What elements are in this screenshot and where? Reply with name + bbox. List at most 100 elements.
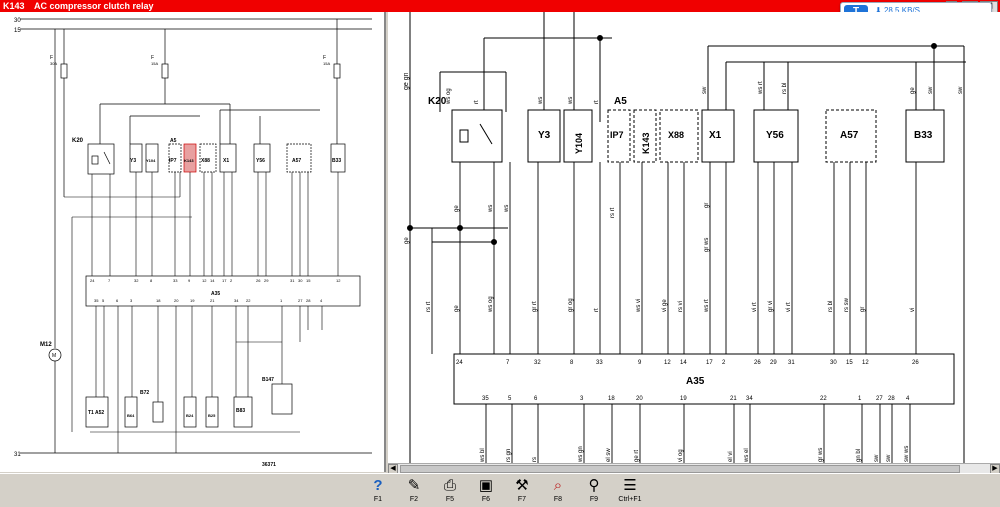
wire-label: sw [886, 454, 892, 462]
wire-label: gn bl [856, 449, 862, 462]
wire-label: ge [910, 87, 916, 94]
a35-top-pin: 24 [90, 278, 95, 283]
rail-31-label: 31 [14, 452, 21, 458]
a35-bottom-pin: 28 [306, 298, 311, 303]
wire-label: sw [958, 86, 964, 94]
a35-bottom-pin: 34 [234, 298, 239, 303]
wire-label: rs sw [844, 297, 850, 312]
edit-button[interactable]: ✎ F2 [398, 476, 430, 505]
wire-label: ws [504, 205, 510, 213]
wire-label: rt [594, 308, 600, 312]
wire-label: rs rt [610, 207, 616, 218]
t1-a52-label: T1 A52 [88, 410, 104, 416]
x1-label: X1 [223, 158, 229, 164]
a35-detail-label: A35 [686, 376, 705, 387]
magnifier-icon: ⌕ [553, 477, 563, 494]
tools-button[interactable]: ⚒ F7 [506, 476, 538, 505]
y56-detail-label: Y56 [766, 130, 784, 141]
wire-label: ws rt [704, 299, 710, 313]
component-code: K143 [3, 1, 25, 11]
print-button[interactable]: ⎙ F5 [434, 476, 466, 505]
a35-bottom-pin: 35 [94, 298, 99, 303]
list-icon: ☰ [623, 477, 637, 494]
ip7-detail-label: IP7 [610, 130, 624, 140]
b83-label: B83 [236, 408, 245, 414]
rail-30-label: 30 [14, 18, 21, 24]
help-button[interactable]: ? F1 [362, 476, 394, 505]
detail-diagram-pane[interactable]: ge gn K20 A5 Y3 Y104 IP7 K143 X88 X1 Y56… [388, 12, 1000, 464]
a35-top-pin: 29 [770, 360, 777, 366]
a35-top-pin: 26 [912, 360, 919, 366]
a35-top-pin: 29 [264, 278, 269, 283]
a35-bottom-pin: 27 [298, 298, 303, 303]
b72-label: B72 [140, 390, 149, 396]
a5-detail-label: A5 [614, 96, 627, 107]
wire-label: rs vi [678, 301, 684, 312]
wire-label: ws [568, 97, 574, 105]
a35-bottom-pin: 22 [820, 396, 827, 402]
a35-top-pin: 31 [788, 360, 795, 366]
a35-bottom-pin: 21 [730, 396, 737, 402]
wire-label: ws og [488, 296, 494, 313]
wire-label: vi ge [662, 299, 668, 312]
a35-top-pin: 12 [862, 360, 869, 366]
diagram-page-number: 36371 [262, 462, 276, 468]
wire-label: gr vi [768, 301, 774, 312]
y3-detail-label: Y3 [538, 130, 551, 141]
wire-label: ws el [744, 448, 750, 463]
wire-label: ws rt [758, 81, 764, 95]
a57-label: A57 [292, 158, 301, 164]
k20-label: K20 [72, 138, 84, 144]
x88-detail-label: X88 [668, 130, 684, 140]
wire-label: rs bl [782, 83, 788, 94]
scrollbar-thumb[interactable] [400, 465, 960, 473]
a35-bottom-pin: 18 [608, 396, 615, 402]
a35-top-pin: 31 [290, 278, 295, 283]
measure-button[interactable]: ⚲ F9 [578, 476, 610, 505]
a35-top-pin: 30 [298, 278, 303, 283]
fuse-value-3: 15A [323, 61, 330, 66]
window-title: AC compressor clutch relay [34, 1, 154, 11]
a35-top-pin: 33 [596, 360, 603, 366]
ip7-label: IP7 [169, 158, 177, 164]
a35-top-pin: 33 [173, 278, 178, 283]
a35-bottom-pin: 34 [746, 396, 753, 402]
a35-bottom-pin: 27 [876, 396, 883, 402]
a35-bottom-pin: 35 [482, 396, 489, 402]
wire-label: sw [874, 454, 880, 462]
wire-label: rs [532, 457, 538, 462]
fuse-value-1: 30A [50, 61, 57, 66]
wire-label: rt [474, 100, 480, 104]
rail-15-label: 15 [14, 28, 21, 34]
wire-label: ws og [446, 88, 452, 105]
a35-top-pin: 32 [534, 360, 541, 366]
module-button[interactable]: ▣ F6 [470, 476, 502, 505]
module-icon: ▣ [478, 477, 494, 494]
m12-label: M12 [40, 342, 52, 348]
wire-label: gr [704, 203, 710, 208]
fuse-value-2: 15A [151, 61, 158, 66]
a35-top-pin: 15 [306, 278, 311, 283]
wire-label: ws vi [636, 299, 642, 313]
wire-label: vi og [678, 449, 684, 462]
a35-bottom-pin: 21 [210, 298, 215, 303]
printer-icon: ⎙ [443, 477, 456, 494]
wire-label: gr [860, 307, 866, 312]
wire-label: rs rt [426, 301, 432, 312]
wire-label: ge rt [634, 450, 640, 462]
wire-label: vi rt [786, 302, 792, 312]
zoom-button[interactable]: ⌕ F8 [542, 476, 574, 505]
overview-diagram-pane[interactable]: 30 15 31 F 30A F 15A F 15A K20 Y3 Y104 A… [0, 12, 386, 472]
wire-label: ws [538, 97, 544, 105]
a35-label: A35 [211, 291, 220, 297]
wire-label: el vi [728, 451, 734, 462]
wire-label: gr ws [818, 448, 824, 462]
help-icon: ? [373, 477, 383, 494]
k20-detail-label: K20 [428, 96, 447, 107]
wire-label: el sw [606, 448, 612, 462]
a35-top-pin: 14 [680, 360, 687, 366]
x88-label: X88 [201, 158, 210, 164]
wire-label: vi rt [752, 302, 758, 312]
a35-bottom-pin: 22 [246, 298, 251, 303]
list-button[interactable]: ☰ Ctrl+F1 [614, 476, 646, 505]
